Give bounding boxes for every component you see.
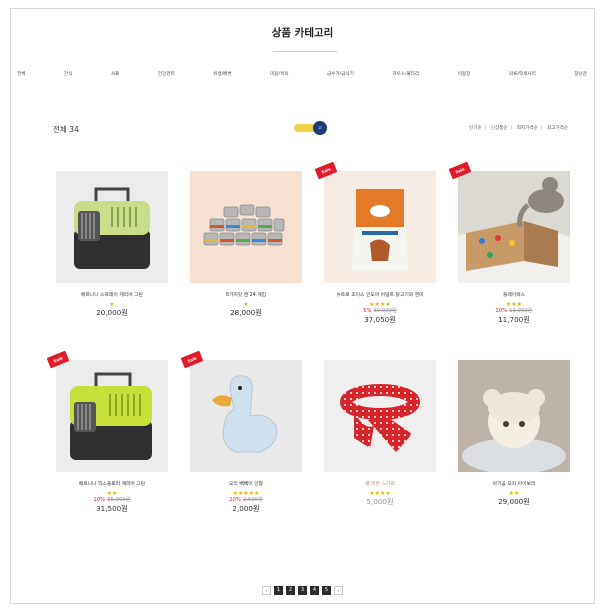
product-price: 11,700원 [498,315,530,324]
category-toys[interactable]: 장난감 [574,71,587,77]
sort-separator: | [510,126,513,131]
page-3-button[interactable]: 3 [298,586,307,595]
discount-info: 20% 2,500원 [190,497,302,504]
sort-options: 인기순 | 신상품순 | 최저가격순 | 최고가격순 [469,125,568,131]
next-page-button[interactable]: › [334,586,343,595]
discount-percent: 20% [229,497,241,503]
product-name[interactable]: 8가지맛 캔 24 개입 [190,291,302,298]
category-snacks[interactable]: 간식 [64,71,72,77]
product-price: 2,000원 [232,504,260,513]
title-divider [273,51,337,52]
product-image-duck-toy[interactable]: Sale [180,350,302,472]
original-price: 2,500원 [242,497,263,503]
discount-info: 5% 39,000원 [324,308,436,315]
product-card[interactable]: 8가지맛 캔 24 개입 ★ 28,000원 [190,171,302,318]
star-rating: ★★ [508,490,520,497]
star-rating: ★★★★ [369,301,391,308]
product-name[interactable]: 아기곰 모자 아이보리 [458,480,570,487]
page-5-button[interactable]: 5 [322,586,331,595]
product-price: 20,000원 [96,308,128,317]
product-card[interactable]: Sale 오리 빽빽이 인형 ★★★★★ 20% 2,500원 2,000원 [180,350,302,514]
product-name[interactable]: 플레이박스 [458,291,570,298]
discount-info: 10% 13,000원 [458,308,570,315]
category-house[interactable]: 하우스/울타리 [392,71,419,77]
sort-newest[interactable]: 신상품순 [491,126,508,131]
star-rating: ★ [243,301,249,308]
product-price: 5,000원 [366,497,394,506]
original-price: 39,000원 [373,308,397,314]
product-name[interactable]: 오리 빽빽이 인형 [190,480,302,487]
page-2-button[interactable]: 2 [286,586,295,595]
product-price: 37,050원 [364,315,396,324]
product-image-scarf[interactable] [324,360,436,472]
prev-page-button[interactable]: ‹ [262,586,271,595]
product-name[interactable]: 베르니니 익스플로러 캐리어 그린 [56,480,168,487]
product-name[interactable]: 펫 리본 스카프 [324,480,436,487]
category-grooming[interactable]: 미용/목욕 [270,71,288,77]
sort-price-high[interactable]: 최고가격순 [547,126,568,131]
original-price: 35,000원 [107,497,131,503]
page-title: 상품 카테고리 [271,27,334,39]
star-rating: ★★★★★ [232,490,260,497]
discount-percent: 10% [495,308,508,314]
category-nav: 전체 간식 사료 건강관리 위생/배변 미용/목욕 급수기/급식기 하우스/울타… [17,71,587,77]
product-card[interactable]: Sale 뉴트로 초이스 인도어 어덜트 닭고기와 현미 ★★★★ 5% 39,0… [314,161,436,325]
category-health[interactable]: 건강관리 [158,71,175,77]
sort-separator: | [540,126,543,131]
product-name[interactable]: 베르니니 스프레이 캐리어 그린 [56,291,168,298]
original-price: 13,000원 [509,308,533,314]
discount-percent: 5% [363,308,372,314]
discount-percent: 10% [93,497,106,503]
product-price: 29,000원 [498,497,530,506]
page-frame: 상품 카테고리 전체 간식 사료 건강관리 위생/배변 미용/목욕 급수기/급식… [10,8,595,604]
product-image-carrier-green[interactable] [56,171,168,283]
pagination: ‹ 1 2 3 4 5 › [11,586,594,595]
category-carriers[interactable]: 이동장 [458,71,471,77]
page-4-button[interactable]: 4 [310,586,319,595]
product-card[interactable]: 아기곰 모자 아이보리 ★★ 29,000원 [458,360,570,507]
star-rating: ★ [109,301,115,308]
product-price: 31,500원 [96,504,128,513]
star-rating: ★★★★ [369,490,391,497]
product-image-explorer-carrier[interactable]: Sale [46,350,168,472]
star-rating: ★★ [106,490,118,497]
product-price: 28,000원 [230,308,262,317]
product-card[interactable]: 베르니니 스프레이 캐리어 그린 ★ 20,000원 [56,171,168,318]
product-card[interactable]: Sale 플레이박스 ★★★ 10% 13,000원 11,700원 [448,161,570,325]
total-number: 34 [69,125,79,134]
star-rating: ★★★ [505,301,523,308]
product-name[interactable]: 뉴트로 초이스 인도어 어덜트 닭고기와 현미 [324,291,436,298]
category-all[interactable]: 전체 [17,71,25,77]
view-toggle[interactable]: 고 [294,121,338,135]
product-card[interactable]: 펫 리본 스카프 ★★★★ 5,000원 [324,360,436,507]
discount-info: 10% 35,000원 [56,497,168,504]
category-clothing[interactable]: 의류/악세사리 [509,71,536,77]
toggle-knob: 고 [313,121,327,135]
sort-price-low[interactable]: 최저가격순 [517,126,538,131]
sort-separator: | [484,126,487,131]
category-food[interactable]: 사료 [111,71,119,77]
category-feeders[interactable]: 급수기/급식기 [327,71,354,77]
category-hygiene[interactable]: 위생/배변 [213,71,231,77]
product-image-bear-hat[interactable] [458,360,570,472]
total-label: 전체 [53,125,67,134]
product-image-nutro-food[interactable]: Sale [314,161,436,283]
product-card[interactable]: Sale 베르니니 익스플로러 캐리어 그린 ★★ 10% 35,000원 31,… [46,350,168,514]
page-1-button[interactable]: 1 [274,586,283,595]
product-image-cans[interactable] [190,171,302,283]
sort-popular[interactable]: 인기순 [469,126,482,131]
total-count: 전체 34 [53,124,79,135]
product-image-playbox[interactable]: Sale [448,161,570,283]
